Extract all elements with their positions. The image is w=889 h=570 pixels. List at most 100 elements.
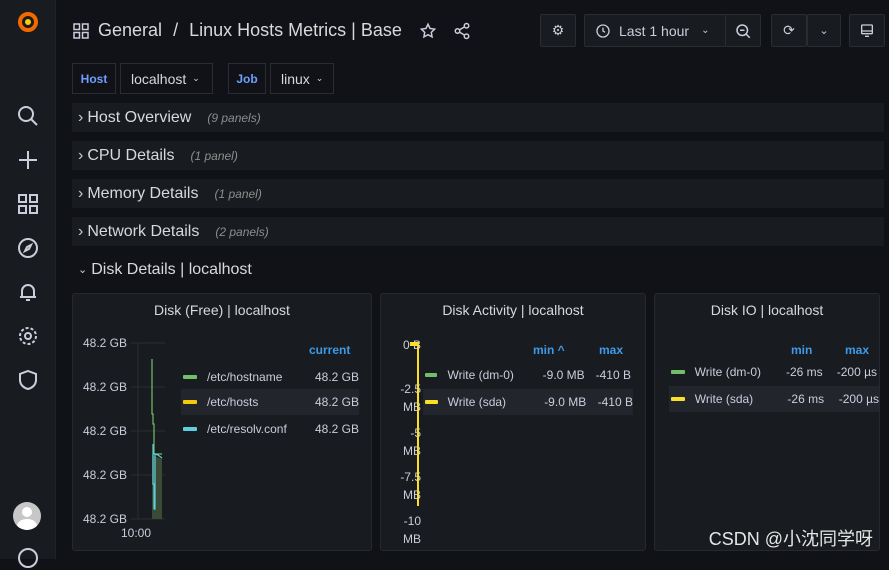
dashboards-icon[interactable] [16, 192, 40, 216]
row-memory-details[interactable]: › Memory Details (1 panel) [72, 179, 884, 208]
watermark: CSDN @小沈同学呀 [708, 529, 873, 549]
dashboard-title[interactable]: Linux Hosts Metrics | Base [189, 20, 402, 40]
shield-icon[interactable] [16, 368, 40, 392]
legend-item[interactable]: /etc/hosts 48.2 GB [181, 389, 359, 415]
chevron-down-icon: ⌄ [78, 264, 88, 276]
host-value: localhost [131, 70, 187, 87]
refresh-button[interactable]: ⟳ [771, 14, 807, 47]
y-tick: 48.2 GB [82, 512, 127, 526]
zoom-out-icon [736, 23, 751, 38]
legend-min: -9.0 MB [544, 395, 587, 409]
panel-disk-activity: Disk Activity | localhost 0 B -2.5 MB -5… [380, 293, 646, 551]
series-color-swatch [425, 400, 438, 404]
variable-label-host: Host [72, 63, 116, 94]
row-cpu-details[interactable]: › CPU Details (1 panel) [72, 141, 884, 170]
variable-select-job[interactable]: linux ⌄ [270, 63, 334, 94]
series-color-swatch [671, 397, 685, 401]
y-tick: 48.2 GB [82, 336, 127, 350]
row-title: Network Details [87, 222, 200, 240]
time-range-picker[interactable]: Last 1 hour ⌄ [584, 14, 727, 47]
legend-max: -200 µs [836, 365, 877, 379]
panel-title[interactable]: Disk Activity | localhost [381, 302, 645, 318]
legend-item[interactable]: Write (sda) -26 ms -200 µs [669, 386, 879, 412]
alerting-bell-icon[interactable] [16, 280, 40, 304]
series-color-swatch [671, 370, 685, 374]
zoom-out-button[interactable] [725, 14, 761, 47]
dashboard-grid-icon [73, 23, 89, 39]
legend-header-max[interactable]: max [845, 343, 869, 357]
legend-series-name: /etc/hostname [207, 370, 283, 384]
y-tick: 48.2 GB [82, 424, 127, 438]
legend-series-name: Write (sda) [447, 395, 507, 409]
series-color-swatch [183, 400, 197, 404]
time-range-label: Last 1 hour [619, 22, 690, 39]
y-tick: -10 MB [403, 514, 421, 546]
y-tick: 48.2 GB [82, 468, 127, 482]
legend-item[interactable]: /etc/hostname 48.2 GB [183, 365, 359, 389]
disk-free-graph [131, 342, 165, 520]
user-avatar[interactable] [13, 502, 41, 530]
help-icon[interactable] [16, 546, 40, 570]
dashboard-settings-button[interactable]: ⚙ [540, 14, 576, 47]
chevron-right-icon: › [78, 108, 84, 126]
star-icon[interactable] [419, 22, 437, 40]
legend-item[interactable]: Write (dm-0) -26 ms -200 µs [671, 360, 877, 384]
breadcrumb: General / Linux Hosts Metrics | Base [98, 20, 402, 41]
legend-series-name: Write (dm-0) [447, 368, 514, 382]
legend-series-name: /etc/hosts [207, 395, 259, 409]
series-sda-marker [410, 342, 418, 346]
refresh-interval-dropdown[interactable]: ⌄ [807, 14, 841, 47]
grafana-logo-icon[interactable] [16, 10, 40, 34]
gear-icon: ⚙ [551, 22, 565, 38]
legend-item[interactable]: Write (sda) -9.0 MB -410 B [423, 389, 633, 415]
refresh-icon: ⟳ [783, 22, 795, 38]
row-network-details[interactable]: › Network Details (2 panels) [72, 217, 884, 246]
legend-header-max[interactable]: max [599, 343, 623, 357]
row-title: Host Overview [87, 108, 192, 126]
legend-item[interactable]: /etc/resolv.conf 48.2 GB [183, 417, 359, 441]
tv-mode-button[interactable] [849, 14, 885, 47]
legend-header-current[interactable]: current [309, 343, 350, 357]
panel-disk-free: Disk (Free) | localhost 48.2 GB 48.2 GB … [72, 293, 372, 551]
variable-select-host[interactable]: localhost ⌄ [120, 63, 213, 94]
legend-series-name: Write (sda) [694, 392, 754, 406]
chevron-down-icon: ⌄ [315, 73, 324, 83]
panel-title[interactable]: Disk IO | localhost [655, 302, 879, 318]
sidebar [0, 0, 56, 568]
row-panel-count: (9 panels) [207, 110, 261, 125]
legend-header-min[interactable]: min ^ [533, 343, 565, 357]
configuration-gear-icon[interactable] [16, 324, 40, 348]
series-sda-line [417, 342, 419, 506]
legend-current: 48.2 GB [314, 370, 359, 384]
row-panel-count: (1 panel) [214, 186, 262, 201]
row-title: Disk Details | localhost [91, 260, 252, 278]
x-tick: 10:00 [121, 526, 152, 540]
series-color-swatch [183, 375, 197, 379]
panel-title[interactable]: Disk (Free) | localhost [73, 302, 371, 318]
legend-item[interactable]: Write (dm-0) -9.0 MB -410 B [425, 363, 631, 387]
series-color-swatch [425, 373, 438, 377]
breadcrumb-separator: / [173, 20, 179, 40]
row-panel-count: (2 panels) [215, 224, 269, 239]
series-color-swatch [183, 427, 197, 431]
legend-min: -26 ms [785, 365, 823, 379]
row-title: Memory Details [87, 184, 199, 202]
plus-icon[interactable] [16, 148, 40, 172]
panel-disk-io: Disk IO | localhost min max Write (dm-0)… [654, 293, 880, 551]
legend-max: -410 B [597, 395, 633, 409]
chevron-down-icon: ⌄ [819, 25, 829, 37]
row-disk-details[interactable]: ⌄ Disk Details | localhost [72, 255, 884, 284]
row-host-overview[interactable]: › Host Overview (9 panels) [72, 103, 884, 132]
chevron-down-icon: ⌄ [192, 73, 200, 83]
legend-header-min[interactable]: min [791, 343, 812, 357]
legend-min: -9.0 MB [542, 368, 585, 382]
legend-min: -26 ms [787, 392, 825, 406]
legend-current: 48.2 GB [314, 395, 359, 409]
breadcrumb-folder[interactable]: General [98, 20, 162, 40]
search-icon[interactable] [16, 104, 40, 128]
share-icon[interactable] [453, 22, 471, 40]
explore-compass-icon[interactable] [16, 236, 40, 260]
legend-max: -200 µs [838, 392, 879, 406]
job-value: linux [281, 70, 310, 87]
clock-icon [596, 23, 610, 38]
